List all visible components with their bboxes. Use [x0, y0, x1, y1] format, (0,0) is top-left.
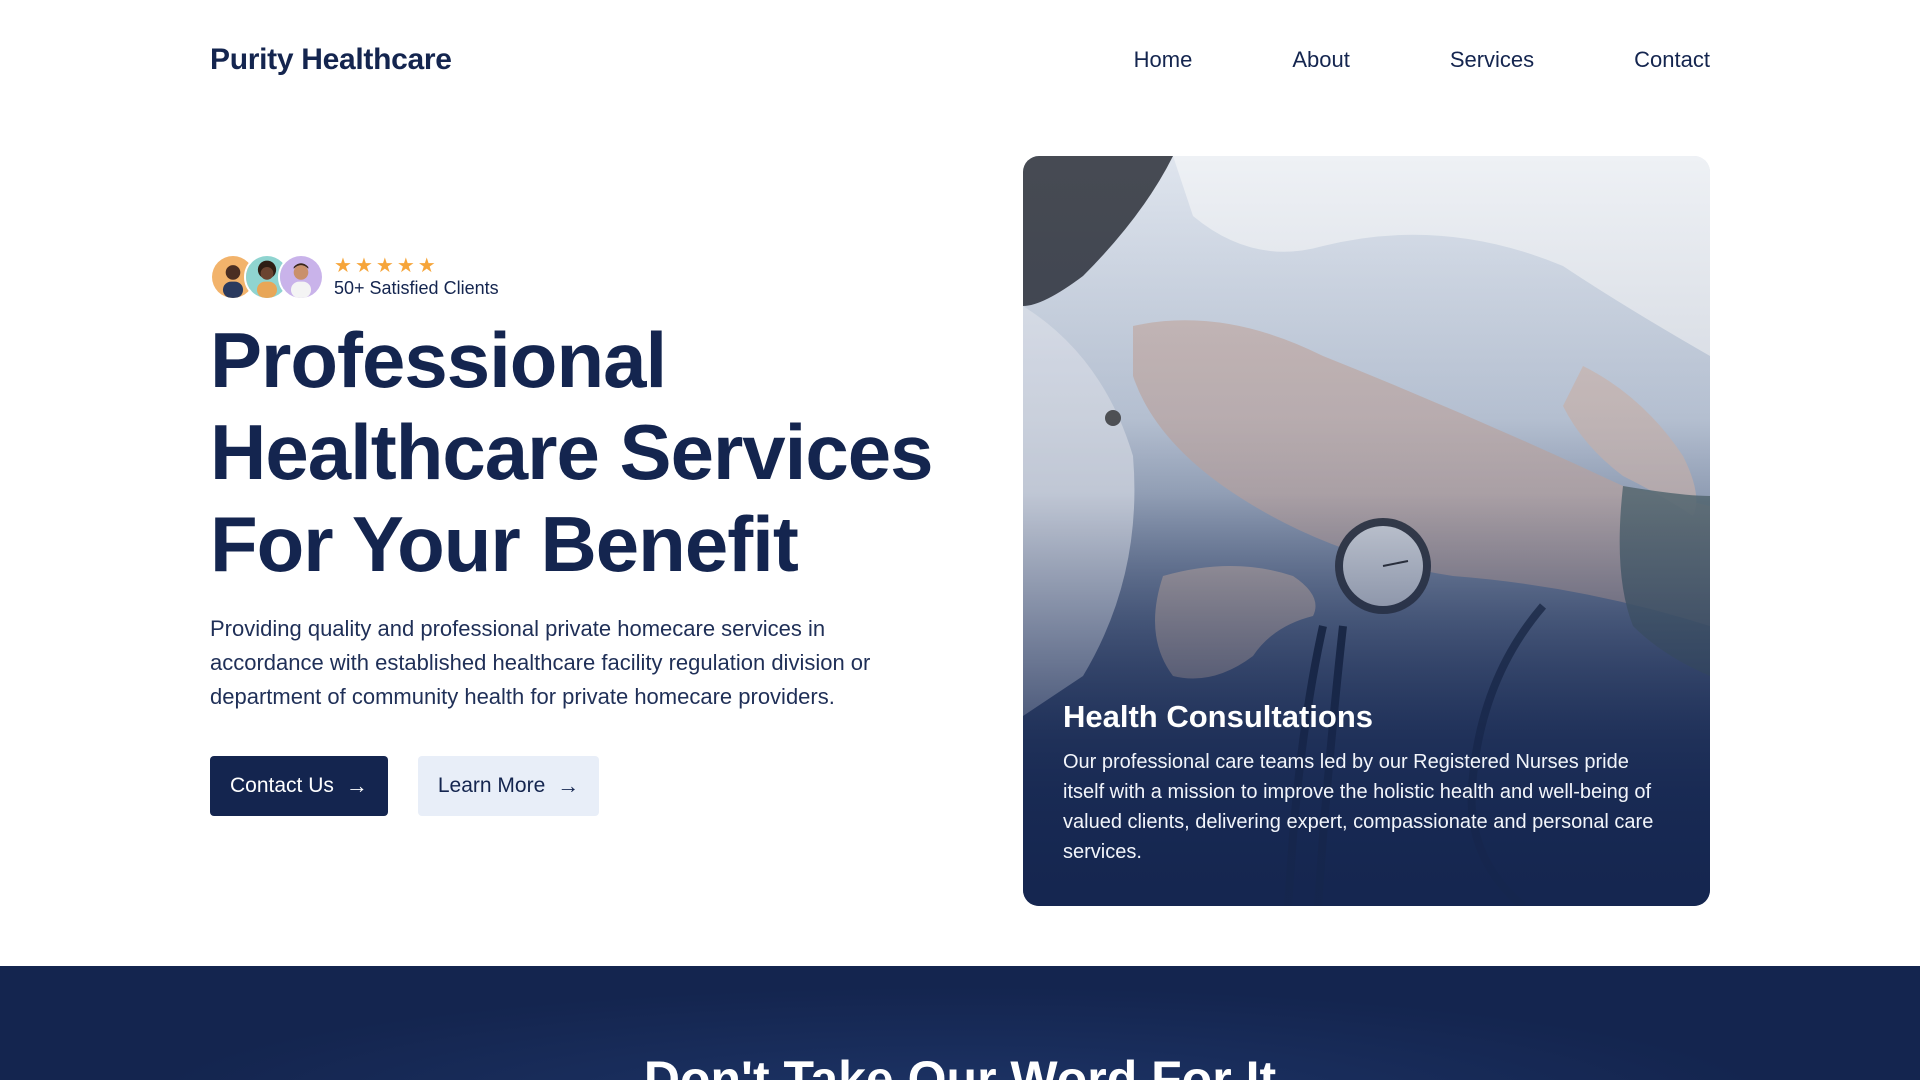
contact-us-label: Contact Us [230, 774, 334, 797]
nav-link-home[interactable]: Home [1134, 47, 1193, 73]
card-title: Health Consultations [1063, 699, 1374, 734]
hero-buttons: Contact Us → Learn More → [210, 756, 950, 816]
nav-link-services[interactable]: Services [1450, 47, 1534, 73]
star-icon: ★ [354, 254, 373, 277]
testimonials-title: Don't Take Our Word For It [643, 1051, 1277, 1080]
star-rating: ★ ★ ★ ★ ★ [334, 256, 499, 276]
top-nav: Purity Healthcare Home About Services Co… [210, 38, 1710, 82]
brand-logo[interactable]: Purity Healthcare [210, 43, 452, 77]
star-icon: ★ [375, 254, 394, 277]
service-card: Health Consultations Our professional ca… [1023, 156, 1710, 906]
learn-more-label: Learn More [437, 774, 546, 797]
contact-us-button[interactable]: Contact Us → [210, 756, 388, 816]
headline-line: Professional [210, 316, 667, 404]
hero-content: ★ ★ ★ ★ ★ 50+ Satisfied Clients Professi… [210, 252, 950, 816]
card-description: Our professional care teams led by our R… [1063, 751, 1654, 863]
headline-line: Healthcare Services [210, 408, 934, 496]
star-icon: ★ [396, 254, 415, 277]
card-content: Health Consultations Our professional ca… [1063, 699, 1673, 867]
testimonials-section: Don't Take Our Word For It [0, 966, 1920, 1080]
star-icon: ★ [417, 254, 436, 277]
avatar [278, 254, 324, 300]
star-icon: ★ [334, 254, 352, 277]
satisfied-clients-text: 50+ Satisfied Clients [334, 277, 499, 298]
hero-headline: Professional Healthcare Services For You… [210, 314, 950, 590]
arrow-right-icon: → [345, 773, 368, 798]
nav-link-contact[interactable]: Contact [1634, 47, 1710, 73]
nav-links: Home About Services Contact [1034, 47, 1710, 73]
learn-more-button[interactable]: Learn More → [417, 756, 600, 816]
hero-description: Providing quality and professional priva… [210, 616, 871, 709]
arrow-right-icon: → [557, 773, 580, 798]
client-avatars [210, 254, 324, 300]
nav-link-about[interactable]: About [1292, 47, 1350, 73]
headline-line: For Your Benefit [210, 500, 799, 588]
social-proof: ★ ★ ★ ★ ★ 50+ Satisfied Clients [210, 252, 950, 302]
rating-block: ★ ★ ★ ★ ★ 50+ Satisfied Clients [334, 256, 499, 299]
